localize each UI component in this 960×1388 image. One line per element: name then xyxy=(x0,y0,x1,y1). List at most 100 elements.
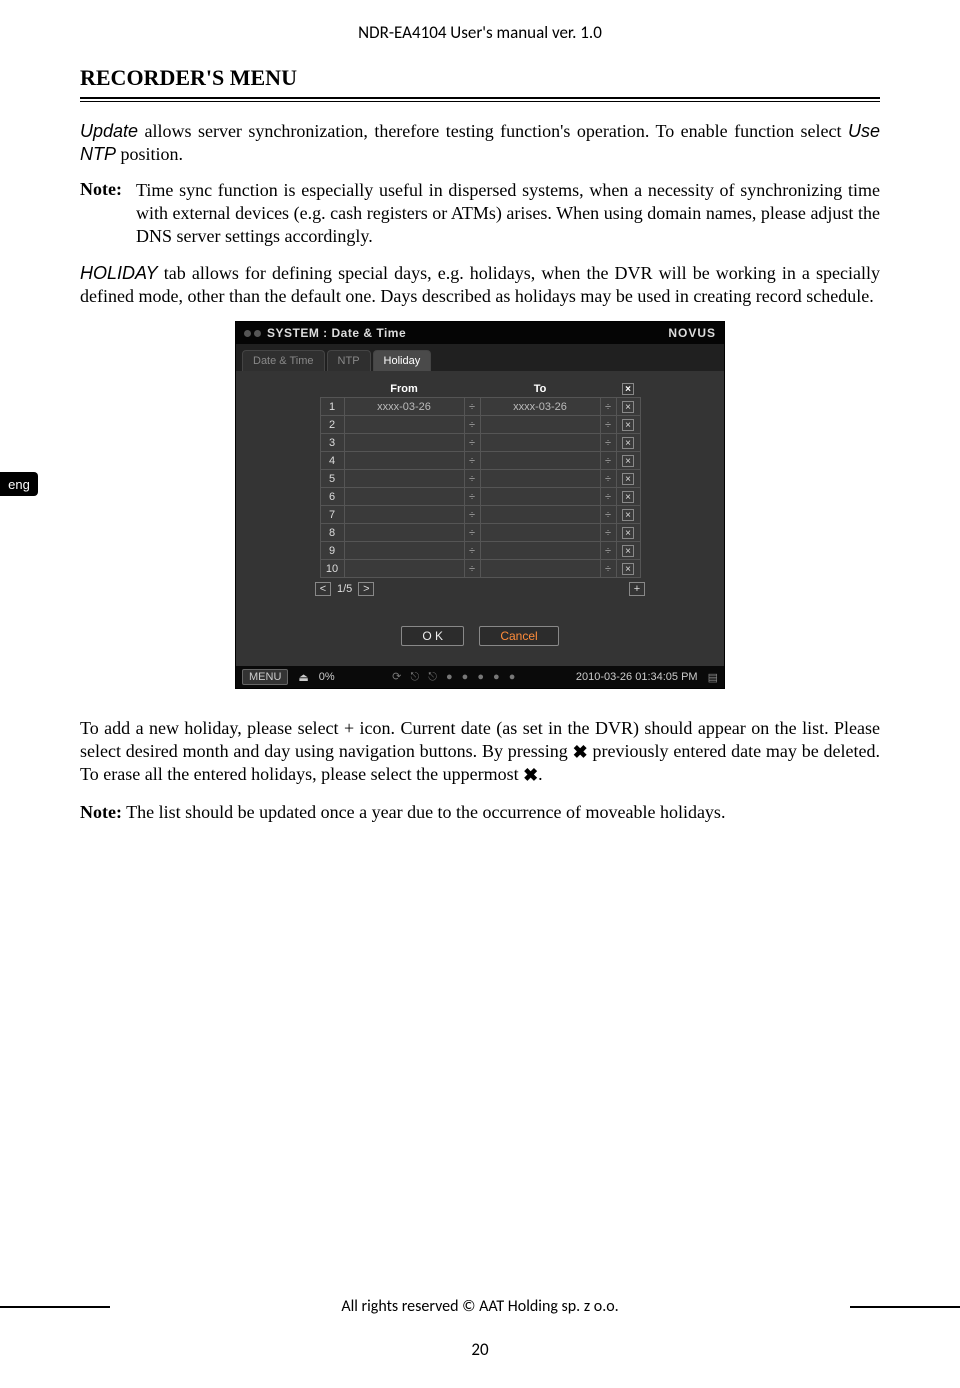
window-dots xyxy=(244,330,261,337)
to-cell[interactable] xyxy=(480,488,600,506)
col-from: From xyxy=(344,381,464,398)
delete-row-button[interactable]: × xyxy=(622,455,634,467)
dvr-dialog: SYSTEM : Date & Time NOVUS Date & Time N… xyxy=(235,321,725,689)
tab-date-time[interactable]: Date & Time xyxy=(242,350,325,371)
to-cell[interactable] xyxy=(480,524,600,542)
cross-icon: ✖ xyxy=(523,764,538,787)
tab-ntp[interactable]: NTP xyxy=(327,350,371,371)
spinner-icon[interactable]: ÷ xyxy=(600,416,616,434)
delete-row-button[interactable]: × xyxy=(622,563,634,575)
delete-row-button[interactable]: × xyxy=(622,527,634,539)
add-holiday-button[interactable]: + xyxy=(629,582,645,596)
from-cell[interactable] xyxy=(344,560,464,578)
dvr-title-text: SYSTEM : Date & Time xyxy=(267,326,662,340)
from-cell[interactable] xyxy=(344,506,464,524)
percent-indicator: 0% xyxy=(319,671,335,683)
note-block-1: Note: Time sync function is especially u… xyxy=(80,179,880,248)
section-title: RECORDER'S MENU xyxy=(80,65,880,91)
paragraph-update: Update allows server synchronization, th… xyxy=(80,120,880,165)
spinner-icon[interactable]: ÷ xyxy=(600,560,616,578)
delete-row-button[interactable]: × xyxy=(622,401,634,413)
delete-row-button[interactable]: × xyxy=(622,491,634,503)
paragraph-instructions: To add a new holiday, please select + ic… xyxy=(80,717,880,787)
spinner-icon[interactable]: ÷ xyxy=(600,488,616,506)
to-cell[interactable] xyxy=(480,416,600,434)
row-index: 7 xyxy=(320,506,344,524)
to-cell[interactable] xyxy=(480,506,600,524)
spinner-icon[interactable]: ÷ xyxy=(600,434,616,452)
footer-text: All rights reserved © AAT Holding sp. z … xyxy=(333,1297,626,1316)
note-body: The list should be updated once a year d… xyxy=(122,802,725,822)
spinner-icon[interactable]: ÷ xyxy=(600,470,616,488)
spinner-icon[interactable]: ÷ xyxy=(464,560,480,578)
spinner-icon[interactable]: ÷ xyxy=(464,452,480,470)
spinner-icon[interactable]: ÷ xyxy=(464,506,480,524)
brand-logo: NOVUS xyxy=(668,326,716,340)
spinner-icon[interactable]: ÷ xyxy=(464,470,480,488)
holiday-table: From To × 1xxxx-03-26÷xxxx-03-26÷× 2÷÷× … xyxy=(320,381,641,578)
status-timestamp: 2010-03-26 01:34:05 PM xyxy=(576,671,698,683)
delete-row-button[interactable]: × xyxy=(622,419,634,431)
col-to: To xyxy=(480,381,600,398)
from-cell[interactable] xyxy=(344,416,464,434)
delete-row-button[interactable]: × xyxy=(622,473,634,485)
spinner-icon[interactable]: ÷ xyxy=(464,524,480,542)
delete-row-button[interactable]: × xyxy=(622,509,634,521)
tab-holiday[interactable]: Holiday xyxy=(373,350,432,371)
cancel-button[interactable]: Cancel xyxy=(479,626,558,646)
spinner-icon[interactable]: ÷ xyxy=(464,542,480,560)
row-index: 1 xyxy=(320,398,344,416)
to-cell[interactable] xyxy=(480,560,600,578)
text: tab allows for defining special days, e.… xyxy=(80,263,880,306)
from-cell[interactable]: xxxx-03-26 xyxy=(344,398,464,416)
ok-button[interactable]: O K xyxy=(401,626,464,646)
spinner-icon[interactable]: ÷ xyxy=(464,398,480,416)
text: position. xyxy=(116,144,183,164)
spinner-icon[interactable]: ÷ xyxy=(464,434,480,452)
from-cell[interactable] xyxy=(344,524,464,542)
note-block-2: Note: The list should be updated once a … xyxy=(80,801,880,824)
spinner-icon[interactable]: ÷ xyxy=(600,506,616,524)
row-index: 4 xyxy=(320,452,344,470)
pager: < 1/5 > + xyxy=(315,582,645,596)
delete-row-button[interactable]: × xyxy=(622,437,634,449)
to-cell[interactable]: xxxx-03-26 xyxy=(480,398,600,416)
from-cell[interactable] xyxy=(344,542,464,560)
from-cell[interactable] xyxy=(344,452,464,470)
spinner-icon[interactable]: ÷ xyxy=(600,398,616,416)
from-cell[interactable] xyxy=(344,488,464,506)
spinner-icon[interactable]: ÷ xyxy=(600,452,616,470)
to-cell[interactable] xyxy=(480,542,600,560)
row-index: 3 xyxy=(320,434,344,452)
section-rule xyxy=(80,97,880,102)
text: . xyxy=(538,764,543,784)
language-tab: eng xyxy=(0,472,38,496)
menu-button[interactable]: MENU xyxy=(242,669,288,685)
spinner-icon[interactable]: ÷ xyxy=(464,488,480,506)
footer: All rights reserved © AAT Holding sp. z … xyxy=(0,1297,960,1316)
row-index: 6 xyxy=(320,488,344,506)
row-index: 5 xyxy=(320,470,344,488)
delete-row-button[interactable]: × xyxy=(622,545,634,557)
from-cell[interactable] xyxy=(344,470,464,488)
to-cell[interactable] xyxy=(480,452,600,470)
term-update: Update xyxy=(80,121,138,141)
delete-all-button[interactable]: × xyxy=(622,383,634,395)
paragraph-holiday: HOLIDAY tab allows for defining special … xyxy=(80,262,880,307)
prev-page-button[interactable]: < xyxy=(315,582,331,596)
to-cell[interactable] xyxy=(480,434,600,452)
to-cell[interactable] xyxy=(480,470,600,488)
next-page-button[interactable]: > xyxy=(358,582,374,596)
note-label: Note: xyxy=(80,802,122,822)
spinner-icon[interactable]: ÷ xyxy=(600,524,616,542)
status-icons: ⟳ ⎋ ⎋ ● ● ● ● ● xyxy=(345,670,566,684)
spinner-icon[interactable]: ÷ xyxy=(464,416,480,434)
row-index: 9 xyxy=(320,542,344,560)
from-cell[interactable] xyxy=(344,434,464,452)
eject-icon[interactable]: ⏏ xyxy=(298,671,308,684)
text: allows server synchronization, therefore… xyxy=(138,121,848,141)
brand-part: US xyxy=(697,326,716,340)
note-body: Time sync function is especially useful … xyxy=(136,179,880,248)
brand-part: V xyxy=(688,326,697,340)
spinner-icon[interactable]: ÷ xyxy=(600,542,616,560)
